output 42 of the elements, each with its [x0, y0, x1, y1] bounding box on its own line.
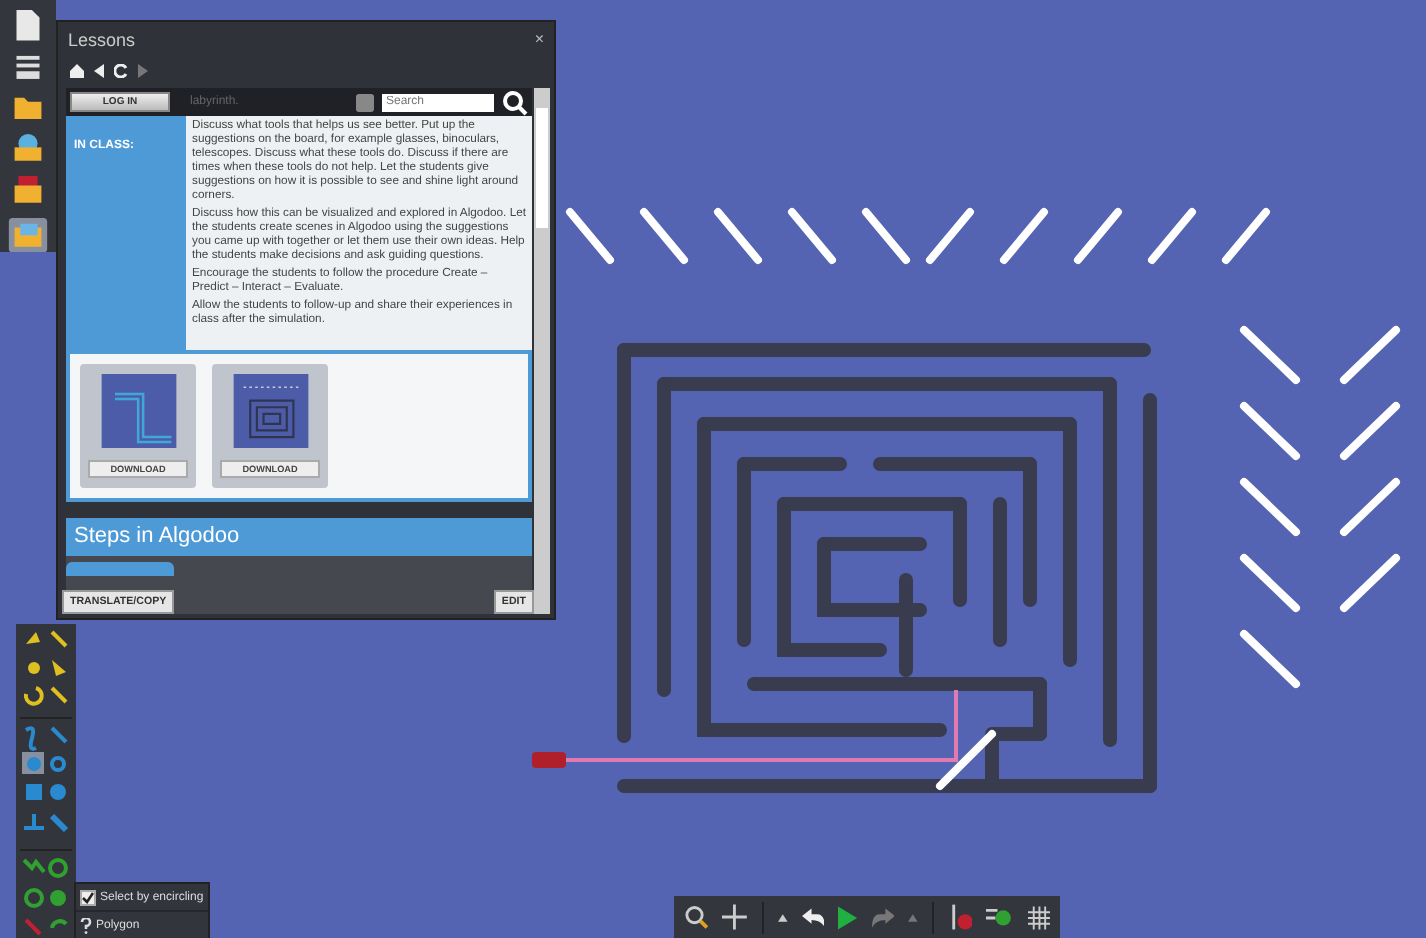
- mirror: [1340, 554, 1400, 612]
- mirror: [1074, 208, 1122, 264]
- mirror: [862, 208, 910, 264]
- mirror: [1340, 402, 1400, 460]
- scrollbar[interactable]: [534, 88, 550, 614]
- forward-icon[interactable]: [138, 63, 148, 77]
- caret-icon[interactable]: [777, 913, 788, 921]
- zoom-icon[interactable]: [684, 904, 709, 930]
- checkbox[interactable]: [80, 889, 96, 905]
- mirror: [714, 208, 762, 264]
- move-icon[interactable]: [722, 904, 748, 930]
- section-heading: Steps in Algodoo: [66, 518, 532, 556]
- mirror: [1240, 326, 1300, 384]
- mirror: [566, 208, 614, 264]
- grid-icon[interactable]: [1027, 905, 1051, 929]
- mirror: [1240, 402, 1300, 460]
- mirror: [1000, 208, 1048, 264]
- mirror: [1340, 326, 1400, 384]
- laser-device: [532, 752, 566, 768]
- mirror: [936, 730, 996, 790]
- undo-icon[interactable]: [801, 907, 825, 927]
- mirror: [926, 208, 974, 264]
- back-icon[interactable]: [94, 63, 104, 77]
- close-button[interactable]: ×: [534, 31, 544, 47]
- mirror: [1340, 478, 1400, 536]
- refresh-icon[interactable]: [114, 63, 128, 77]
- mirror: [1222, 208, 1270, 264]
- mirror: [788, 208, 836, 264]
- window-title: Lessons: [68, 29, 136, 49]
- play-icon[interactable]: [838, 905, 858, 929]
- mirror: [1240, 630, 1300, 688]
- mirror: [640, 208, 688, 264]
- home-icon[interactable]: [70, 63, 84, 77]
- mirror: [1148, 208, 1196, 264]
- new-page-icon[interactable]: [14, 8, 42, 43]
- menu-icon[interactable]: [14, 54, 42, 82]
- mirror: [1240, 554, 1300, 612]
- help-icon: [80, 917, 92, 933]
- search-icon[interactable]: [502, 89, 528, 115]
- mirror: [1240, 478, 1300, 536]
- lessons-folder-icon[interactable]: [8, 217, 48, 252]
- redo-icon[interactable]: [871, 907, 895, 927]
